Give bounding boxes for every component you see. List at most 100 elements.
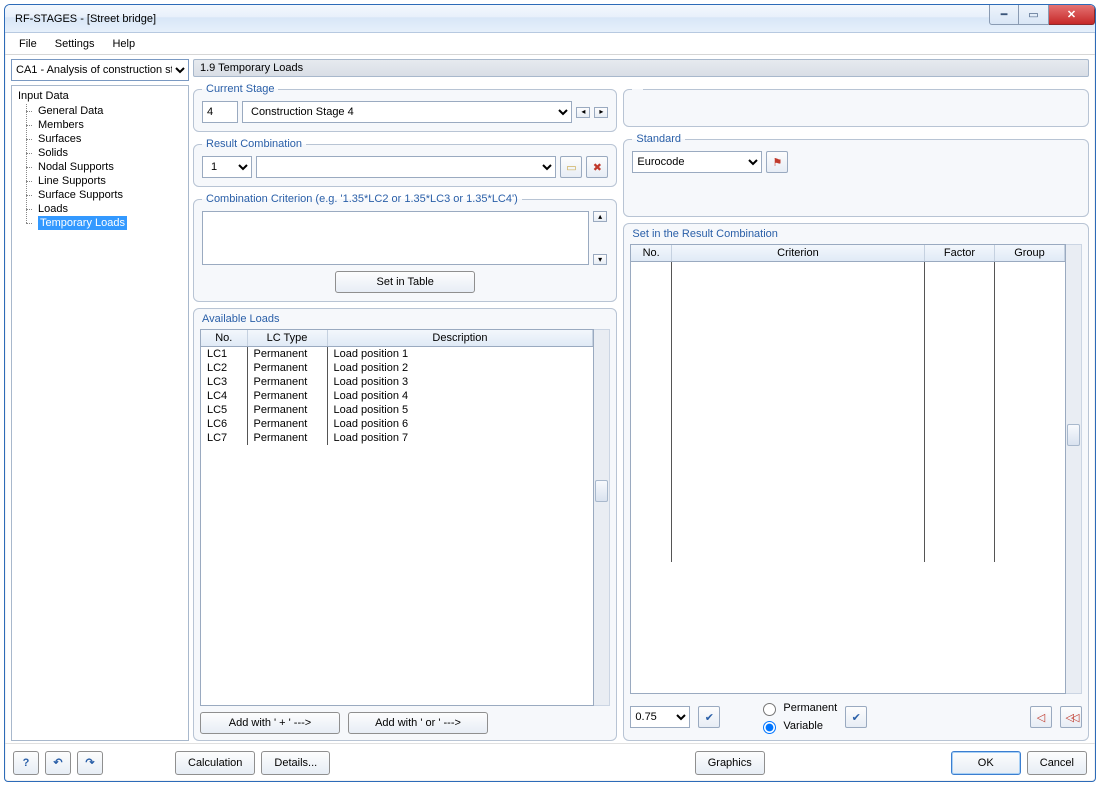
col-description[interactable]: Description	[327, 330, 593, 347]
tree-item[interactable]: Surface Supports	[12, 188, 188, 202]
available-scrollbar[interactable]	[594, 329, 610, 706]
delete-combination-button[interactable]: ✖	[586, 156, 608, 178]
table-row[interactable]: LC3PermanentLoad position 3	[201, 375, 593, 389]
set-in-table-button[interactable]: Set in Table	[335, 271, 475, 293]
menu-file[interactable]: File	[11, 36, 45, 52]
combination-name-select[interactable]	[256, 156, 556, 178]
result-combination-table[interactable]: No. Criterion Factor Group	[630, 244, 1066, 694]
table-row[interactable]: LC5PermanentLoad position 5	[201, 403, 593, 417]
tree-item-label: Loads	[38, 203, 68, 215]
table-row[interactable]: LC6PermanentLoad position 6	[201, 417, 593, 431]
table-row[interactable]: LC4PermanentLoad position 4	[201, 389, 593, 403]
tree-item[interactable]: Nodal Supports	[12, 160, 188, 174]
tree-item[interactable]: Line Supports	[12, 174, 188, 188]
footer-bar: ? ↶ ↷ Calculation Details... Graphics OK…	[5, 743, 1095, 781]
criterion-scroll-down[interactable]: ▾	[593, 254, 607, 265]
calculation-button[interactable]: Calculation	[175, 751, 255, 775]
graphics-button[interactable]: Graphics	[695, 751, 765, 775]
result-scrollbar[interactable]	[1066, 244, 1082, 694]
factor-input[interactable]: 0.75	[630, 706, 690, 728]
add-with-plus-button[interactable]: Add with ' + ' --->	[200, 712, 340, 734]
menu-settings[interactable]: Settings	[47, 36, 103, 52]
available-loads-table[interactable]: No. LC Type Description LC1PermanentLoad…	[200, 329, 594, 706]
tree-root[interactable]: Input Data	[12, 88, 188, 104]
standard-select[interactable]: Eurocode	[632, 151, 762, 173]
tree-item[interactable]: Surfaces	[12, 132, 188, 146]
stage-prev-button[interactable]: ◂	[576, 107, 590, 118]
content-title: 1.9 Temporary Loads	[193, 59, 1089, 77]
criterion-group: Combination Criterion (e.g. '1.35*LC2 or…	[193, 193, 617, 302]
rc-col-criterion[interactable]: Criterion	[671, 245, 924, 262]
arrow-left-icon: ↶	[53, 756, 62, 769]
result-combination-legend: Result Combination	[202, 138, 306, 150]
current-stage-group: Current Stage Construction Stage 4 ◂ ▸	[193, 83, 617, 132]
apply-factor-button[interactable]: ✔	[698, 706, 720, 728]
help-button[interactable]: ?	[13, 751, 39, 775]
tree-item-label: Temporary Loads	[38, 216, 127, 230]
app-window: RF-STAGES - [Street bridge] ━ ▭ ✕ File S…	[4, 4, 1096, 782]
rc-col-no[interactable]: No.	[631, 245, 671, 262]
tree-item[interactable]: Loads	[12, 202, 188, 216]
radio-variable[interactable]: Variable	[758, 718, 837, 734]
standard-settings-button[interactable]: ⚑	[766, 151, 788, 173]
tree-item[interactable]: Temporary Loads	[12, 216, 188, 230]
result-combination-group: Result Combination 1 ▭ ✖	[193, 138, 617, 187]
criterion-textarea[interactable]	[202, 211, 589, 265]
next-page-button[interactable]: ↷	[77, 751, 103, 775]
cancel-button[interactable]: Cancel	[1027, 751, 1087, 775]
tree-item-label: General Data	[38, 105, 103, 117]
case-selector[interactable]: CA1 - Analysis of construction st	[11, 59, 189, 81]
sidebar: CA1 - Analysis of construction st Input …	[11, 59, 189, 741]
apply-type-button[interactable]: ✔	[845, 706, 867, 728]
col-lctype[interactable]: LC Type	[247, 330, 327, 347]
new-combination-button[interactable]: ▭	[560, 156, 582, 178]
ok-button[interactable]: OK	[951, 751, 1021, 775]
tree-item-label: Members	[38, 119, 84, 131]
prev-page-button[interactable]: ↶	[45, 751, 71, 775]
table-row[interactable]: LC7PermanentLoad position 7	[201, 431, 593, 445]
stage-select[interactable]: Construction Stage 4	[242, 101, 572, 123]
radio-permanent[interactable]: Permanent	[758, 700, 837, 716]
check-icon: ✔	[852, 711, 861, 724]
tree-item-label: Line Supports	[38, 175, 106, 187]
table-row[interactable]: LC2PermanentLoad position 2	[201, 361, 593, 375]
standard-legend: Standard	[632, 133, 685, 145]
tree-item-label: Surfaces	[38, 133, 81, 145]
rc-col-group[interactable]: Group	[995, 245, 1065, 262]
tree-item-label: Nodal Supports	[38, 161, 114, 173]
window-title: RF-STAGES - [Street bridge]	[15, 13, 156, 25]
maximize-button[interactable]: ▭	[1019, 5, 1049, 25]
criterion-scroll-up[interactable]: ▴	[593, 211, 607, 222]
tree-item-label: Solids	[38, 147, 68, 159]
available-loads-title: Available Loads	[200, 313, 610, 329]
table-row[interactable]: LC1PermanentLoad position 1	[201, 347, 593, 362]
tree-item[interactable]: General Data	[12, 104, 188, 118]
stage-next-button[interactable]: ▸	[594, 107, 608, 118]
minimize-button[interactable]: ━	[989, 5, 1019, 25]
blank-top-group: .	[623, 83, 1089, 127]
col-no[interactable]: No.	[201, 330, 247, 347]
menu-help[interactable]: Help	[104, 36, 143, 52]
close-button[interactable]: ✕	[1049, 5, 1095, 25]
nav-tree: Input Data General Data Members Surfaces So…	[11, 85, 189, 741]
criterion-legend: Combination Criterion (e.g. '1.35*LC2 or…	[202, 193, 522, 205]
stage-number-input[interactable]	[202, 101, 238, 123]
details-button[interactable]: Details...	[261, 751, 330, 775]
menu-bar: File Settings Help	[5, 33, 1095, 55]
rc-col-factor[interactable]: Factor	[925, 245, 995, 262]
flag-icon: ⚑	[772, 156, 782, 169]
standard-group: Standard Eurocode ⚑	[623, 133, 1089, 217]
content-area: 1.9 Temporary Loads Current Stage Constr…	[193, 59, 1089, 741]
remove-all-button[interactable]: ◁◁	[1060, 706, 1082, 728]
delete-icon: ✖	[593, 161, 602, 174]
current-stage-legend: Current Stage	[202, 83, 278, 95]
tree-item[interactable]: Members	[12, 118, 188, 132]
remove-one-button[interactable]: ◁	[1030, 706, 1052, 728]
combination-number-select[interactable]: 1	[202, 156, 252, 178]
result-combination-title: Set in the Result Combination	[630, 228, 1082, 244]
tree-item[interactable]: Solids	[12, 146, 188, 160]
add-with-or-button[interactable]: Add with ' or ' --->	[348, 712, 488, 734]
window-controls: ━ ▭ ✕	[989, 5, 1095, 25]
check-icon: ✔	[705, 711, 714, 724]
arrow-right-icon: ↷	[85, 756, 94, 769]
